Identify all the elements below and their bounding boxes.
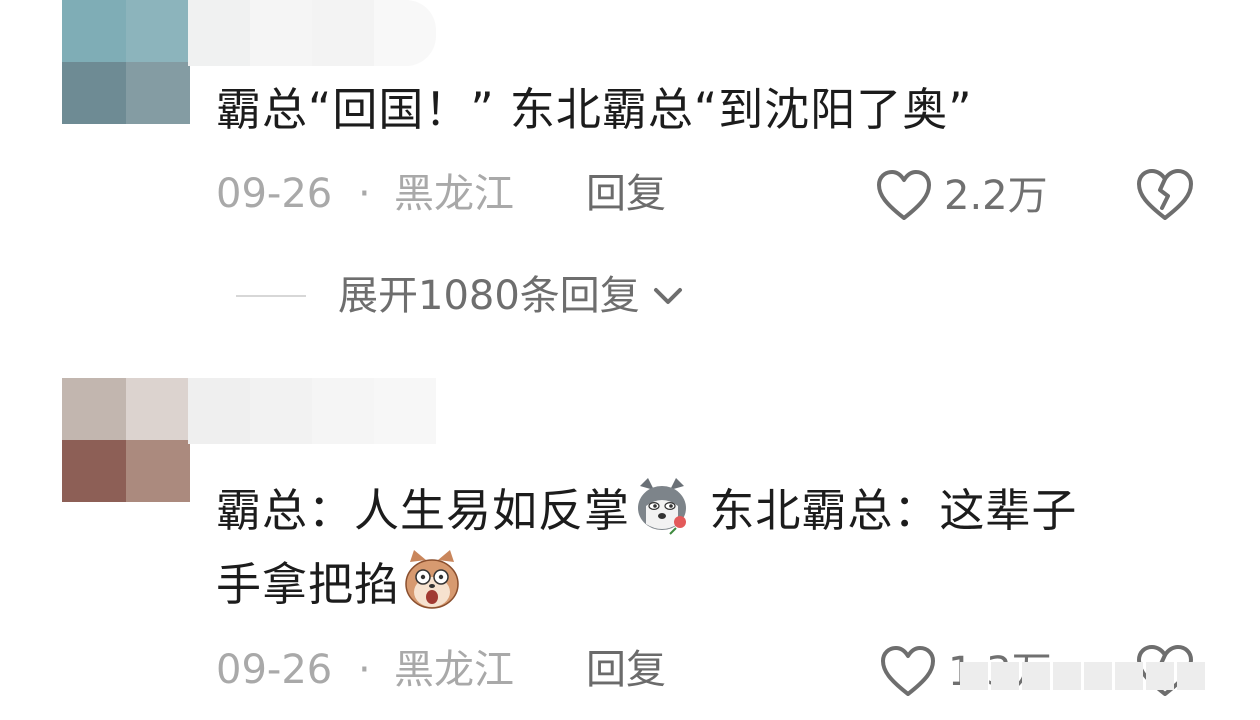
redaction-block <box>374 378 436 444</box>
avatar-pixel <box>126 0 190 62</box>
watermark-block <box>1146 662 1174 690</box>
broken-heart-icon <box>1137 169 1193 220</box>
watermark-block <box>1053 662 1081 690</box>
like-button[interactable]: 2.2万 <box>876 168 1048 224</box>
redaction-block <box>188 0 250 66</box>
comment-location: 黑龙江 <box>394 171 514 217</box>
comment-meta: 09-26 · 黑龙江 回复 2.2万 <box>216 164 1216 224</box>
husky-rose-sticker <box>638 478 687 535</box>
like-count: 2.2万 <box>944 173 1048 219</box>
heart-icon <box>881 646 935 696</box>
redaction-block <box>250 0 312 66</box>
watermark-block <box>1115 662 1143 690</box>
comment-date: 09-26 <box>216 647 333 693</box>
redaction-block <box>188 378 250 444</box>
chevron-down-icon <box>653 288 682 304</box>
redaction-block <box>312 378 374 444</box>
avatar-pixel <box>62 62 126 124</box>
comment-text-line: 霸总“回国！” 东北霸总“到沈阳了奥” <box>216 83 973 136</box>
comment-date: 09-26 <box>216 171 333 217</box>
avatar-pixel <box>62 378 126 440</box>
comment-text: 霸总：人生易如反掌 东北霸总：这辈子 <box>216 476 1077 546</box>
heart-icon <box>877 170 931 220</box>
watermark-block <box>960 662 988 690</box>
comment-text-segment: 手拿把掐 <box>216 558 401 611</box>
expand-replies-button[interactable]: 展开1080条回复 <box>236 266 686 326</box>
meta-separator: · <box>358 171 371 217</box>
username-redacted[interactable] <box>188 378 436 444</box>
avatar[interactable] <box>62 0 190 124</box>
username-redacted[interactable] <box>188 0 436 66</box>
divider-line <box>236 295 306 297</box>
reply-button[interactable]: 回复 <box>586 164 666 224</box>
comment-text: 手拿把掐 <box>216 550 464 620</box>
watermark-block <box>1084 662 1112 690</box>
avatar-pixel <box>126 62 190 124</box>
reply-button[interactable]: 回复 <box>586 640 666 700</box>
watermark-block <box>991 662 1019 690</box>
meta-separator: · <box>358 647 371 693</box>
watermark-block <box>1022 662 1050 690</box>
dislike-button[interactable] <box>1136 168 1194 222</box>
redaction-block <box>312 0 374 66</box>
comment-location: 黑龙江 <box>394 647 514 693</box>
watermark-block <box>1177 662 1205 690</box>
avatar-pixel <box>62 440 126 502</box>
redaction-block <box>250 378 312 444</box>
shocked-dog-sticker <box>405 550 459 609</box>
comment-text-segment: 东北霸总：这辈子 <box>694 484 1078 537</box>
avatar-pixel <box>62 0 126 62</box>
watermark <box>960 662 1208 690</box>
avatar-pixel <box>126 378 190 440</box>
redaction-block <box>374 0 436 66</box>
avatar[interactable] <box>62 378 190 502</box>
comment-text: 霸总“回国！” 东北霸总“到沈阳了奥” <box>216 75 973 145</box>
avatar-pixel <box>126 440 190 502</box>
comment-text-segment: 霸总：人生易如反掌 <box>216 484 631 537</box>
expand-replies-label: 展开1080条回复 <box>338 273 640 319</box>
